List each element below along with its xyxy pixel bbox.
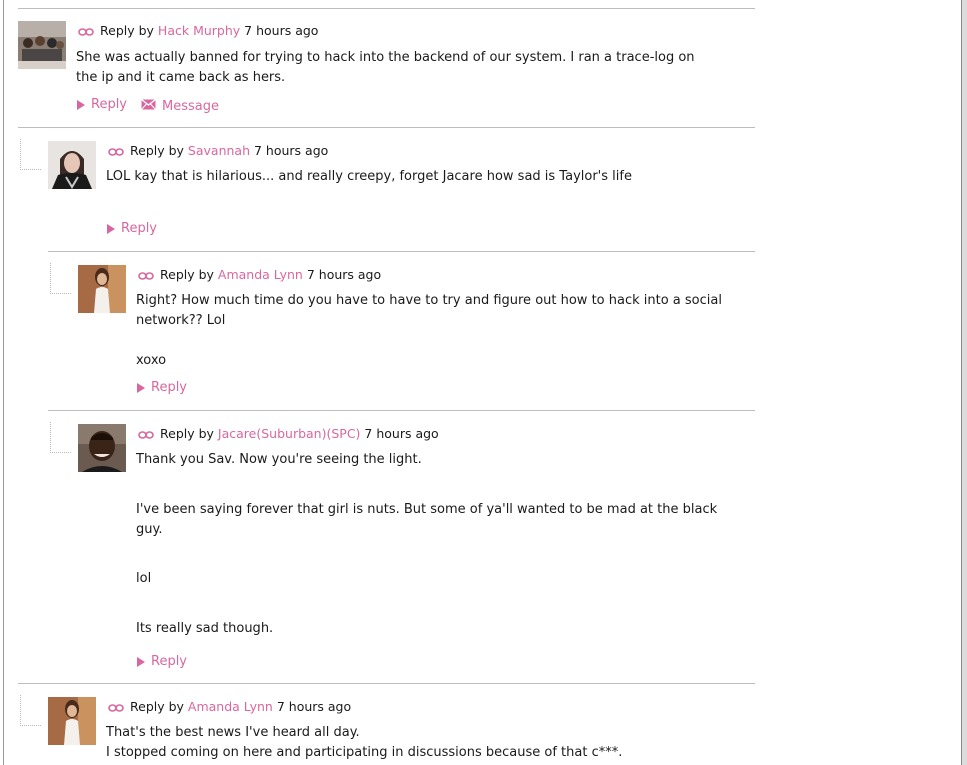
reply-by-label: Reply by bbox=[130, 143, 184, 158]
timestamp: 7 hours ago bbox=[276, 699, 352, 714]
avatar[interactable] bbox=[78, 424, 126, 472]
comment-jacare: Reply by Jacare(Suburban)(SPC) 7 hours a… bbox=[0, 410, 760, 683]
comment-meta: Reply by Amanda Lynn 7 hours ago bbox=[108, 699, 351, 715]
reply-arrow-icon bbox=[77, 99, 85, 110]
reply-arrow-icon bbox=[137, 382, 145, 393]
comment-actions: Reply bbox=[137, 380, 201, 397]
reply-button[interactable]: Reply bbox=[137, 654, 187, 669]
reply-arrow-icon bbox=[137, 656, 145, 667]
reply-by-label: Reply by bbox=[160, 426, 214, 441]
reply-by-label: Reply by bbox=[160, 267, 214, 282]
message-button[interactable]: Message bbox=[141, 98, 219, 114]
comment-divider bbox=[48, 410, 755, 411]
comment-body: LOL kay that is hilarious... and really … bbox=[106, 167, 736, 187]
comment-amanda-lynn: Reply by Amanda Lynn 7 hours ago Right? … bbox=[0, 251, 760, 410]
comment-text: That's the best news I've heard all day. bbox=[106, 725, 360, 740]
author-link[interactable]: Savannah bbox=[188, 143, 250, 158]
thread-connector bbox=[20, 139, 41, 170]
reply-by-label: Reply by bbox=[130, 699, 184, 714]
timestamp: 7 hours ago bbox=[364, 426, 439, 441]
avatar[interactable] bbox=[18, 21, 66, 69]
comment-savannah: Reply by Savannah 7 hours ago LOL kay th… bbox=[0, 127, 760, 251]
scrollbar[interactable] bbox=[961, 0, 967, 765]
reply-by-label: Reply by bbox=[100, 23, 154, 38]
thread-connector bbox=[20, 695, 41, 726]
author-link[interactable]: Jacare(Suburban)(SPC) bbox=[218, 426, 361, 441]
author-link[interactable]: Amanda Lynn bbox=[218, 267, 303, 282]
comment-divider bbox=[18, 683, 755, 684]
permalink-icon[interactable] bbox=[78, 24, 94, 39]
reply-button[interactable]: Reply bbox=[137, 380, 187, 395]
avatar[interactable] bbox=[78, 265, 126, 313]
comment-text: Right? How much time do you have to have… bbox=[136, 293, 722, 328]
comment-text: Thank you Sav. Now you're seeing the lig… bbox=[136, 452, 422, 467]
thread-connector bbox=[50, 263, 71, 294]
avatar[interactable] bbox=[48, 141, 96, 189]
comment-meta: Reply by Savannah 7 hours ago bbox=[108, 143, 328, 159]
reply-arrow-icon bbox=[107, 223, 115, 234]
timestamp: 7 hours ago bbox=[254, 143, 329, 158]
comment-actions: Reply Message bbox=[77, 97, 233, 114]
permalink-icon[interactable] bbox=[138, 268, 154, 283]
comment-body: She was actually banned for trying to ha… bbox=[76, 48, 706, 88]
envelope-icon bbox=[141, 98, 156, 114]
thread-connector bbox=[50, 422, 71, 453]
comment-meta: Reply by Jacare(Suburban)(SPC) 7 hours a… bbox=[138, 426, 439, 442]
comment-hack-murphy: Reply by Hack Murphy 7 hours ago She was… bbox=[0, 0, 760, 127]
reply-button[interactable]: Reply bbox=[77, 97, 127, 112]
comment-text: xoxo bbox=[136, 353, 167, 368]
comment-meta: Reply by Amanda Lynn 7 hours ago bbox=[138, 267, 381, 283]
comment-body: Thank you Sav. Now you're seeing the lig… bbox=[136, 450, 726, 639]
permalink-icon[interactable] bbox=[138, 427, 154, 442]
comment-divider bbox=[18, 8, 755, 9]
comment-text: She was actually banned for trying to ha… bbox=[76, 50, 695, 85]
comment-divider bbox=[48, 251, 755, 252]
timestamp: 7 hours ago bbox=[244, 23, 319, 38]
comment-actions: Reply bbox=[107, 221, 171, 238]
comment-meta: Reply by Hack Murphy 7 hours ago bbox=[78, 23, 318, 39]
comment-amanda-lynn-2: Reply by Amanda Lynn 7 hours ago That's … bbox=[0, 683, 760, 765]
comment-text: I've been saying forever that girl is nu… bbox=[136, 502, 718, 537]
author-link[interactable]: Amanda Lynn bbox=[188, 699, 273, 714]
comment-text: Its really sad though. bbox=[136, 621, 274, 636]
permalink-icon[interactable] bbox=[108, 700, 124, 715]
timestamp: 7 hours ago bbox=[306, 267, 382, 282]
comment-divider bbox=[18, 127, 755, 128]
permalink-icon[interactable] bbox=[108, 144, 124, 159]
avatar[interactable] bbox=[48, 697, 96, 745]
comment-body: Right? How much time do you have to have… bbox=[136, 291, 726, 371]
author-link[interactable]: Hack Murphy bbox=[158, 23, 240, 38]
comment-body: That's the best news I've heard all day.… bbox=[106, 723, 736, 763]
reply-button[interactable]: Reply bbox=[107, 221, 157, 236]
comment-text: LOL kay that is hilarious... and really … bbox=[106, 169, 632, 184]
comment-text: I stopped coming on here and participati… bbox=[106, 745, 623, 760]
comment-actions: Reply bbox=[137, 654, 201, 671]
comment-text: lol bbox=[136, 571, 152, 586]
